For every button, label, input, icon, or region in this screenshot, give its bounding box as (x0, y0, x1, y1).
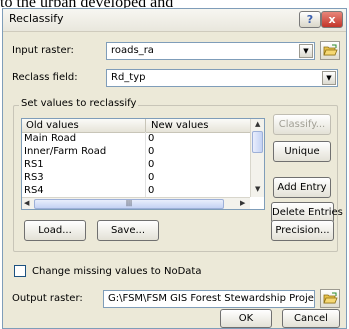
add-entry-button[interactable]: Add Entry (273, 177, 331, 198)
browse-output-button[interactable] (320, 289, 340, 308)
ok-button[interactable]: OK (220, 309, 272, 328)
scroll-up-icon[interactable]: ▲ (255, 120, 260, 128)
input-raster-value: roads_ra (111, 45, 154, 56)
column-header-old-values[interactable]: Old values (26, 120, 79, 131)
table-row[interactable]: RS4 0 (22, 185, 250, 197)
output-raster-label: Output raster: (12, 293, 83, 304)
reclassify-dialog: Reclassify ? x Input raster: roads_ra ▼ … (2, 8, 347, 329)
precision-button[interactable]: Precision... (271, 220, 334, 241)
vertical-scrollbar[interactable]: ▲ ▼ (250, 119, 264, 197)
close-button[interactable]: x (321, 11, 343, 28)
column-header-new-values[interactable]: New values (151, 120, 209, 131)
table-row[interactable]: RS1 0 (22, 159, 250, 171)
classify-button[interactable]: Classify... (273, 114, 331, 135)
output-raster-field[interactable]: G:\FSM\FSM GIS Forest Stewardship Projec… (103, 290, 315, 308)
scroll-right-icon[interactable]: ▶ (240, 199, 245, 207)
table-row[interactable]: Main Road 0 (22, 133, 250, 145)
old-value-cell: RS1 (24, 159, 44, 170)
table-header: Old values New values (22, 119, 250, 133)
table-row[interactable]: Inner/Farm Road 0 (22, 146, 250, 158)
column-divider[interactable] (145, 119, 146, 132)
new-value-cell[interactable]: 0 (148, 185, 154, 196)
reclass-field-dropdown[interactable]: Rd_typ ▼ (106, 69, 338, 87)
browse-input-button[interactable] (320, 41, 340, 60)
cancel-button[interactable]: Cancel (282, 309, 340, 328)
input-raster-label: Input raster: (12, 45, 74, 56)
old-value-cell: RS4 (24, 185, 44, 196)
nodata-checkbox[interactable] (14, 265, 26, 277)
old-value-cell: Inner/Farm Road (24, 146, 107, 157)
old-value-cell: Main Road (24, 133, 77, 144)
save-button[interactable]: Save... (97, 220, 159, 241)
scroll-left-icon[interactable]: ◀ (24, 199, 29, 207)
title-bar: Reclassify ? x (3, 9, 346, 32)
help-button[interactable]: ? (299, 11, 321, 28)
chevron-down-icon[interactable]: ▼ (322, 71, 336, 85)
chevron-down-icon[interactable]: ▼ (299, 44, 313, 58)
reclass-table[interactable]: Old values New values Main Road 0 Inner/… (21, 118, 265, 210)
dialog-title: Reclassify (9, 12, 64, 25)
group-title: Set values to reclassify (19, 98, 139, 109)
nodata-checkbox-label[interactable]: Change missing values to NoData (32, 266, 201, 277)
reclass-field-value: Rd_typ (111, 72, 146, 83)
open-folder-icon (323, 292, 338, 304)
new-value-cell[interactable]: 0 (148, 146, 154, 157)
new-value-cell[interactable]: 0 (148, 159, 154, 170)
horizontal-scroll-thumb[interactable]: ||| (34, 199, 224, 209)
new-value-cell[interactable]: 0 (148, 133, 154, 144)
table-row[interactable]: RS3 0 (22, 172, 250, 184)
load-button[interactable]: Load... (24, 220, 86, 241)
old-value-cell: RS3 (24, 172, 44, 183)
scroll-down-icon[interactable]: ▼ (255, 185, 260, 193)
vertical-scroll-thumb[interactable] (252, 131, 263, 153)
horizontal-scrollbar[interactable]: ◀ ||| ▶ (22, 197, 250, 209)
reclass-field-label: Reclass field: (12, 72, 78, 83)
new-value-cell[interactable]: 0 (148, 172, 154, 183)
input-raster-dropdown[interactable]: roads_ra ▼ (106, 42, 315, 60)
open-folder-icon (323, 44, 338, 56)
unique-button[interactable]: Unique (273, 141, 331, 162)
output-raster-value: G:\FSM\FSM GIS Forest Stewardship Projec… (108, 293, 314, 304)
